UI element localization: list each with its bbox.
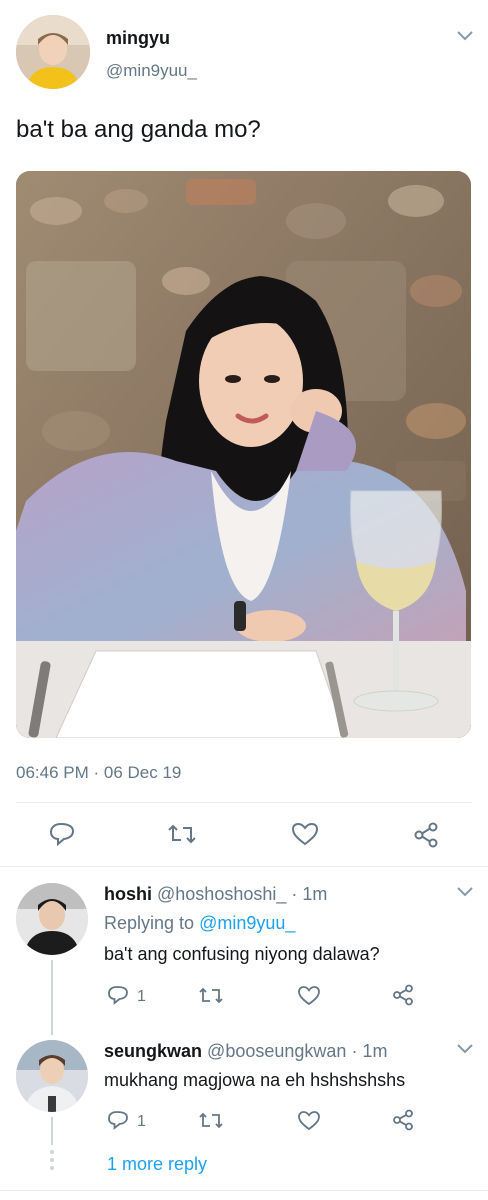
chevron-down-icon[interactable] — [456, 886, 474, 898]
reply-time: · 1m — [291, 884, 328, 904]
reply-count: 1 — [137, 988, 146, 1005]
retweet-icon[interactable] — [167, 823, 197, 845]
divider — [0, 866, 488, 867]
chevron-down-icon[interactable] — [456, 1043, 474, 1055]
like-icon[interactable] — [297, 1110, 321, 1131]
replying-to-handle[interactable]: @min9yuu_ — [199, 913, 295, 933]
reply-count: 1 — [137, 1113, 146, 1130]
divider — [0, 1190, 488, 1191]
like-icon[interactable] — [297, 985, 321, 1006]
reply-author-handle[interactable]: @hoshoshoshi_ — [157, 884, 286, 904]
more-replies-link[interactable]: 1 more reply — [107, 1154, 207, 1175]
divider — [16, 802, 472, 803]
thread-line — [51, 960, 53, 1035]
reply-header: hoshi @hoshoshoshi_ · 1m — [104, 884, 327, 905]
thread-dot — [50, 1158, 54, 1162]
author-avatar[interactable] — [16, 15, 90, 89]
chevron-down-icon[interactable] — [456, 30, 474, 42]
like-icon[interactable] — [291, 822, 319, 846]
tweet-timestamp[interactable]: 06:46 PM · 06 Dec 19 — [16, 763, 181, 783]
share-icon[interactable] — [392, 1109, 414, 1131]
reply-icon[interactable] — [49, 822, 75, 846]
share-icon[interactable] — [392, 984, 414, 1006]
thread-dot — [50, 1166, 54, 1170]
reply-icon[interactable] — [107, 1110, 129, 1130]
reply-text: ba't ang confusing niyong dalawa? — [104, 944, 380, 964]
author-name[interactable]: mingyu — [106, 28, 170, 49]
retweet-icon[interactable] — [198, 986, 224, 1005]
retweet-icon[interactable] — [198, 1111, 224, 1130]
tweet-text: ba't ba ang ganda mo? — [16, 116, 261, 143]
share-icon[interactable] — [413, 822, 439, 848]
replying-to-label: Replying to — [104, 913, 195, 933]
reply-avatar[interactable] — [16, 883, 88, 955]
reply-text: mukhang magjowa na eh hshshshshs — [104, 1070, 406, 1090]
reply-author-name[interactable]: seungkwan — [104, 1041, 202, 1061]
reply-author-name[interactable]: hoshi — [104, 884, 152, 904]
replying-to: Replying to @min9yuu_ — [104, 913, 295, 934]
reply-icon[interactable] — [107, 985, 129, 1005]
reply-author-handle[interactable]: @booseungkwan — [207, 1041, 346, 1061]
thread-dot — [50, 1150, 54, 1154]
reply-avatar[interactable] — [16, 1040, 88, 1112]
reply-header: seungkwan @booseungkwan · 1m — [104, 1041, 387, 1062]
thread-line — [51, 1117, 53, 1145]
reply-time: · 1m — [351, 1041, 388, 1061]
author-handle[interactable]: @min9yuu_ — [106, 61, 197, 81]
tweet-photo[interactable] — [16, 171, 471, 738]
